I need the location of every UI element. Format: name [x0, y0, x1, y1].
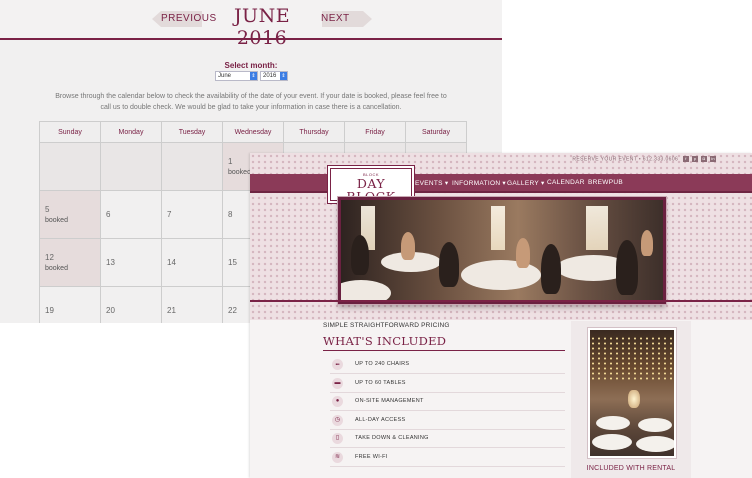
clock-icon: ◷ [332, 414, 343, 426]
website-page: RESERVE YOUR EVENT • 612.333.0606 f p ◘ in … [250, 153, 752, 478]
day-number: 15 [228, 258, 237, 267]
nav-item[interactable]: BREWPUB [588, 179, 623, 186]
nav-item[interactable]: INFORMATION ▾ [452, 179, 506, 187]
pricing-title: WHAT'S INCLUDED [323, 334, 447, 348]
weekday-header: Thursday [283, 121, 345, 143]
calendar-day-cell[interactable]: 19 [39, 286, 101, 323]
included-item: ◷ ALL-DAY ACCESS [330, 412, 565, 430]
calendar-day-cell[interactable] [39, 142, 101, 191]
included-item: ● ON-SITE MANAGEMENT [330, 393, 565, 411]
calendar-day-cell[interactable]: 5 booked [39, 190, 101, 239]
weekday-header: Tuesday [161, 121, 223, 143]
weekday-header: Friday [344, 121, 406, 143]
included-item: ≋ FREE WI-FI [330, 449, 565, 467]
year-select-value: 2016 [263, 73, 277, 79]
calendar-day-cell[interactable] [161, 142, 223, 191]
included-item-label: TAKE DOWN & CLEANING [355, 435, 429, 441]
nav-item[interactable]: CALENDAR [547, 179, 585, 186]
select-month-label: Select month: [224, 61, 278, 70]
weekday-header: Saturday [405, 121, 467, 143]
included-item-label: FREE WI-FI [355, 453, 388, 460]
select-stepper-icon: ⇕ [280, 72, 287, 80]
booking-status: booked [45, 265, 68, 272]
calendar-day-cell[interactable]: 21 [161, 286, 223, 323]
included-item: ▯ TAKE DOWN & CLEANING [330, 430, 565, 448]
pinterest-icon[interactable]: p [692, 156, 698, 162]
previous-month-link[interactable]: PREVIOUS [152, 9, 216, 29]
weekday-header-row: Sunday Monday Tuesday Wednesday Thursday Frid… [39, 121, 467, 143]
calendar-header: PREVIOUS JUNE 2016 NEXT [0, 0, 502, 49]
calendar-day-cell[interactable] [100, 142, 162, 191]
day-number: 7 [167, 210, 172, 219]
linkedin-icon[interactable]: in [710, 156, 716, 162]
calendar-day-cell[interactable]: 6 [100, 190, 162, 239]
booking-status: booked [45, 217, 68, 224]
day-number: 5 [45, 205, 50, 214]
day-number: 6 [106, 210, 111, 219]
weekday-header: Monday [100, 121, 162, 143]
calendar-day-cell[interactable]: 13 [100, 238, 162, 287]
weekday-header: Sunday [39, 121, 101, 143]
rental-caption: INCLUDED WITH RENTAL [586, 465, 676, 472]
nav-item[interactable]: GALLERY ▾ [507, 179, 545, 187]
next-label: NEXT [321, 13, 350, 24]
day-number: 1 [228, 157, 233, 166]
included-item-label: ON-SITE MANAGEMENT [355, 398, 424, 404]
table-icon: ▬ [332, 377, 343, 389]
hero-divider [250, 300, 752, 302]
included-item: ⑉ UP TO 240 CHAIRS [330, 356, 565, 374]
hero-photo [338, 197, 666, 304]
calendar-day-cell[interactable]: 12 booked [39, 238, 101, 287]
rental-card: INCLUDED WITH RENTAL [571, 321, 691, 478]
calendar-day-cell[interactable]: 14 [161, 238, 223, 287]
included-item-label: UP TO 240 CHAIRS [355, 361, 410, 367]
month-title: JUNE 2016 [233, 5, 291, 49]
wifi-icon: ≋ [332, 451, 343, 463]
year-select[interactable]: 2016 ⇕ [260, 71, 288, 81]
month-select[interactable]: June ⇕ [215, 71, 258, 81]
select-stepper-icon: ⇕ [250, 72, 257, 80]
month-select-value: June [218, 73, 232, 79]
calendar-day-cell[interactable]: 20 [100, 286, 162, 323]
utility-bar: RESERVE YOUR EVENT • 612.333.0606 f p ◘ in [572, 156, 716, 162]
day-number: 19 [45, 306, 54, 315]
previous-label: PREVIOUS [161, 13, 217, 24]
manager-icon: ● [332, 396, 343, 407]
included-item-label: UP TO 60 TABLES [355, 379, 406, 386]
included-item-label: ALL-DAY ACCESS [355, 416, 406, 423]
chair-icon: ⑉ [332, 359, 343, 370]
day-number: 13 [106, 258, 115, 267]
included-item: ▬ UP TO 60 TABLES [330, 375, 565, 393]
reserve-text[interactable]: RESERVE YOUR EVENT • 612.333.0606 [572, 156, 678, 162]
next-month-link[interactable]: NEXT [318, 9, 376, 29]
rental-photo [588, 328, 676, 458]
pricing-subtitle: SIMPLE STRAIGHTFORWARD PRICING [323, 322, 450, 329]
facebook-icon[interactable]: f [683, 156, 689, 162]
day-number: 14 [167, 258, 176, 267]
day-number: 22 [228, 306, 237, 315]
calendar-intro-text: Browse through the calendar below to che… [55, 93, 447, 111]
day-number: 8 [228, 210, 233, 219]
instagram-icon[interactable]: ◘ [701, 156, 707, 162]
pricing-divider [323, 350, 565, 351]
weekday-header: Wednesday [222, 121, 284, 143]
calendar-day-cell[interactable]: 7 [161, 190, 223, 239]
trash-icon: ▯ [332, 433, 343, 444]
nav-underline [250, 191, 752, 193]
nav-item[interactable]: EVENTS ▾ [415, 179, 448, 187]
day-number: 21 [167, 306, 176, 315]
day-number: 20 [106, 306, 115, 315]
day-number: 12 [45, 253, 54, 262]
